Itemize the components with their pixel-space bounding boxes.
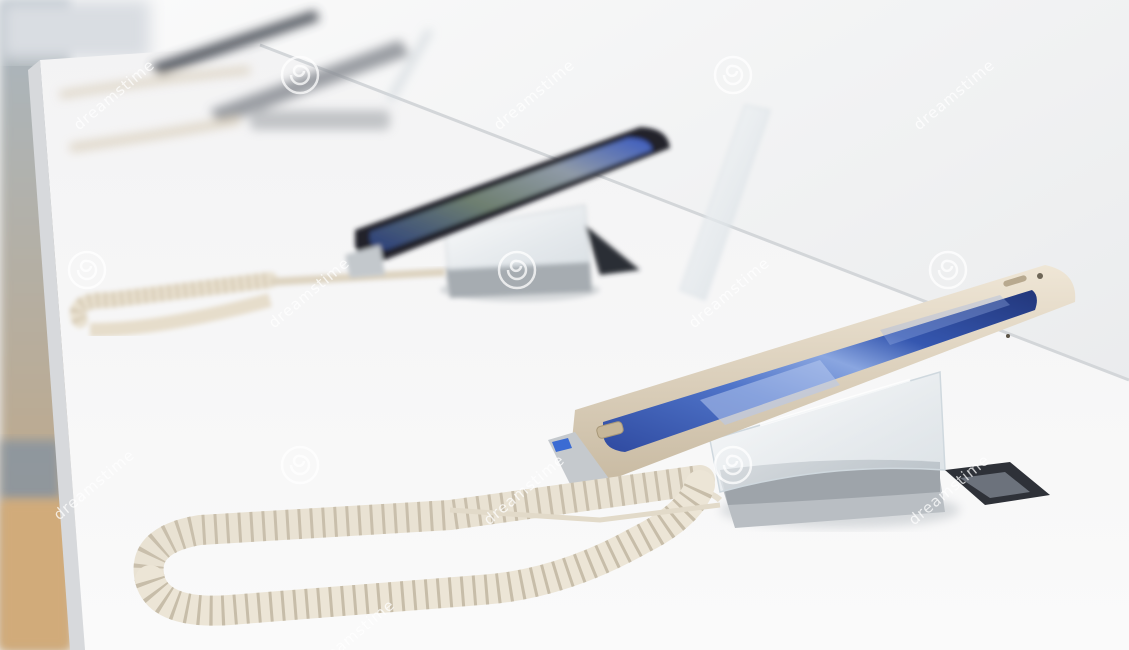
photo-illustration — [0, 0, 1129, 650]
photo-scene: dreamstime dreamstime dreamstime dreamst… — [0, 0, 1129, 650]
